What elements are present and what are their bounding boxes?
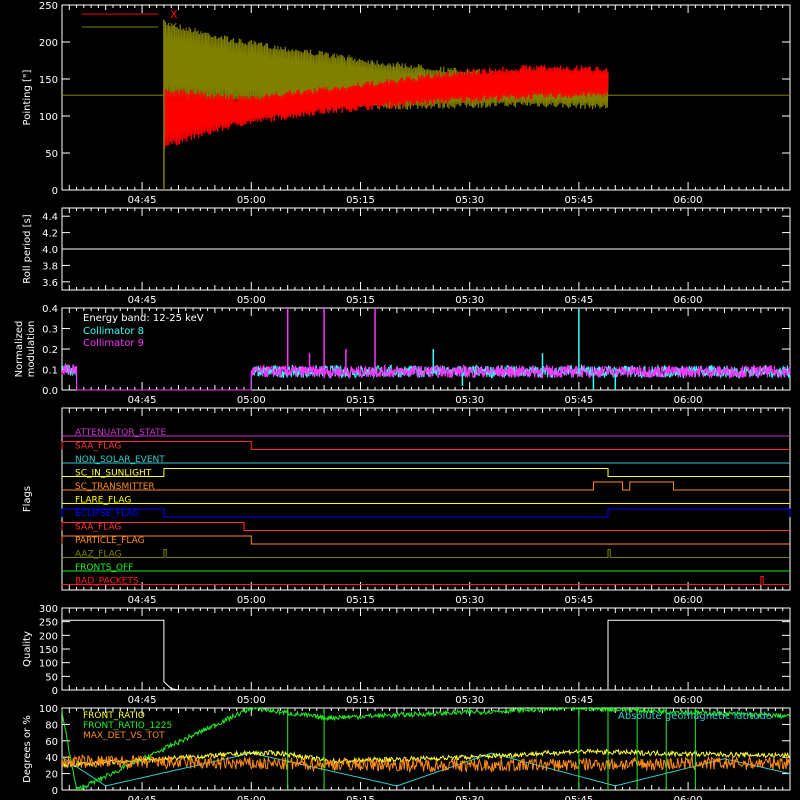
x-tick-label: 05:30	[455, 795, 484, 800]
x-tick-label: 05:00	[237, 395, 266, 406]
y-tick-label: 0	[52, 186, 58, 197]
y-tick-label: 150	[39, 75, 58, 86]
flag-label: ECLIPSE_FLAG	[75, 509, 139, 519]
y-tick-label: 200	[39, 631, 58, 642]
x-tick-label: 05:45	[564, 795, 593, 800]
y-tick-label: 4.2	[42, 229, 58, 240]
x-tick-label: 04:45	[128, 195, 157, 206]
x-tick-label: 06:00	[674, 195, 703, 206]
legend-label: Collimator 9	[83, 338, 144, 349]
x-tick-label: 06:00	[674, 395, 703, 406]
x-tick-label: 05:15	[346, 395, 375, 406]
legend-label: Collimator 8	[83, 326, 144, 337]
x-tick-label: 05:00	[237, 795, 266, 800]
legend-label: X	[170, 8, 178, 21]
x-tick-label: 05:45	[564, 695, 593, 706]
y-tick-label: 0	[52, 786, 58, 797]
y-tick-label: 40	[45, 753, 58, 764]
y-tick-label: 60	[45, 737, 58, 748]
x-tick-label: 04:45	[128, 395, 157, 406]
x-tick-label: 05:45	[564, 195, 593, 206]
y-tick-label: 0.4	[42, 304, 58, 315]
y-axis-label: Pointing ["]	[22, 69, 33, 125]
x-tick-label: 05:00	[237, 695, 266, 706]
y-tick-label: 100	[39, 659, 58, 670]
y-tick-label: 3.6	[42, 278, 58, 289]
x-tick-label: 05:15	[346, 695, 375, 706]
y-tick-label: 100	[39, 112, 58, 123]
y-axis-label: Roll period [s]	[22, 214, 33, 283]
x-tick-label: 05:00	[237, 295, 266, 306]
x-tick-label: 05:45	[564, 295, 593, 306]
x-tick-label: 05:30	[455, 695, 484, 706]
y-tick-label: 200	[39, 38, 58, 49]
legend-label: FRONT_RATIO	[83, 711, 145, 721]
x-tick-label: 04:45	[128, 595, 157, 606]
x-tick-label: 05:30	[455, 195, 484, 206]
flag-label: PARTICLE_FLAG	[75, 536, 145, 546]
x-tick-label: 04:45	[128, 695, 157, 706]
y-tick-label: 50	[45, 149, 58, 160]
y-tick-label: 0.1	[42, 366, 58, 377]
legend-label: MAX_DET_VS_TOT	[83, 731, 165, 741]
y-tick-label: 100	[39, 704, 58, 715]
y-tick-label: 300	[39, 604, 58, 615]
y-tick-label: 50	[45, 672, 58, 683]
x-tick-label: 05:15	[346, 795, 375, 800]
x-tick-label: 05:00	[237, 195, 266, 206]
x-tick-label: 05:45	[564, 395, 593, 406]
flag-label: SAA_FLAG	[75, 442, 121, 452]
x-tick-label: 05:45	[564, 595, 593, 606]
y-tick-label: 0.0	[42, 386, 58, 397]
legend-label: FRONT_RATIO_1225	[83, 721, 172, 731]
energy-band-annotation: Energy band: 12-25 keV	[83, 313, 204, 324]
y-axis-label: Normalized	[14, 321, 25, 378]
y-axis-label: Flags	[22, 486, 33, 512]
x-tick-label: 05:30	[455, 595, 484, 606]
x-tick-label: 06:00	[674, 595, 703, 606]
y-axis-label: modulation	[26, 321, 37, 378]
y-tick-label: 250	[39, 618, 58, 629]
y-axis-label: Quality	[22, 631, 33, 667]
y-tick-label: 20	[45, 770, 58, 781]
x-tick-label: 05:30	[455, 295, 484, 306]
geomagnetic-latitude-annotation: Absolute geomagnetic latitude	[618, 711, 772, 722]
x-tick-label: 05:15	[346, 295, 375, 306]
y-tick-label: 4.0	[42, 245, 58, 256]
x-tick-label: 06:00	[674, 795, 703, 800]
x-tick-label: 04:45	[128, 795, 157, 800]
x-tick-label: 06:00	[674, 295, 703, 306]
x-tick-label: 04:45	[128, 295, 157, 306]
y-axis-label: Degrees or %	[22, 715, 33, 783]
flag-label: SAA_FLAG	[75, 523, 121, 533]
y-tick-label: 0.2	[42, 345, 58, 356]
x-tick-label: 05:30	[455, 395, 484, 406]
y-tick-label: 3.8	[42, 261, 58, 272]
y-tick-label: 4.4	[42, 212, 58, 223]
y-tick-label: 0	[52, 686, 58, 697]
x-tick-label: 05:00	[237, 595, 266, 606]
y-tick-label: 0.3	[42, 325, 58, 336]
y-tick-label: 250	[39, 1, 58, 12]
x-tick-label: 05:15	[346, 195, 375, 206]
y-tick-label: 150	[39, 645, 58, 656]
stix-quicklook-figure: 04:45 05:00 05:15 05:30 05:45 06:00 Pointing […	[0, 0, 800, 800]
legend-label: Y	[169, 21, 177, 34]
x-tick-label: 06:00	[674, 695, 703, 706]
y-tick-label: 80	[45, 720, 58, 731]
x-tick-label: 05:15	[346, 595, 375, 606]
